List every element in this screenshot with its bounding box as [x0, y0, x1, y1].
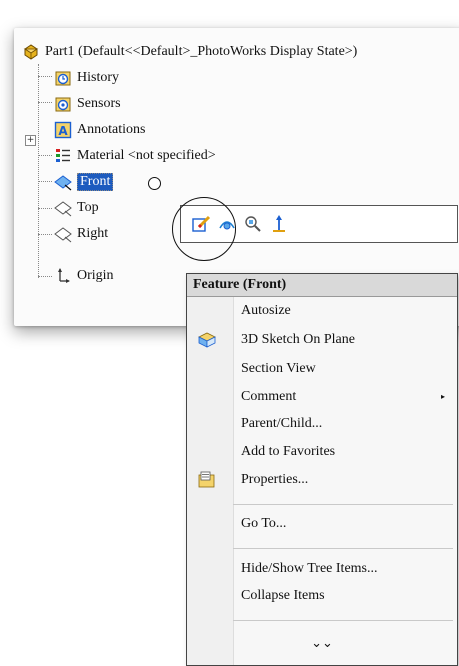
cursor-hover-indicator [148, 177, 161, 190]
properties-icon [197, 471, 217, 489]
menu-item-label: Collapse Items [241, 588, 325, 603]
sensors-icon [54, 95, 72, 113]
tree-item-label: Right [77, 226, 109, 241]
menu-item-label: Go To... [241, 516, 287, 531]
tree-connector [38, 208, 52, 209]
tree-connector [38, 181, 52, 182]
tree-item-label: Sensors [77, 96, 121, 111]
tree-item-label: Material <not specified> [77, 148, 216, 163]
menu-item-label: Comment [241, 389, 297, 404]
tree-item-top[interactable]: Top [54, 197, 99, 219]
callout-highlight-circle [172, 197, 236, 261]
tree-connector [38, 102, 52, 103]
menu-item-add-to-favorites[interactable]: Add to Favorites [187, 439, 457, 465]
tree-connector [38, 155, 52, 156]
normal-to-icon[interactable] [269, 214, 289, 234]
menu-separator [233, 620, 453, 621]
menu-item-autosize[interactable]: Autosize [187, 298, 457, 324]
annotations-icon: A [54, 121, 72, 139]
zoom-to-selection-icon[interactable] [243, 214, 263, 234]
tree-item-right[interactable]: Right [54, 223, 108, 245]
tree-item-label: Origin [77, 268, 114, 283]
tree-item-sensors[interactable]: Sensors [54, 93, 121, 115]
menu-item-comment[interactable]: Comment ▸ [187, 384, 457, 410]
right-plane-icon [54, 225, 72, 243]
svg-text:A: A [58, 124, 68, 138]
menu-item-3d-sketch-on-plane[interactable]: 3D Sketch On Plane [187, 327, 457, 353]
tree-root-part[interactable]: Part1 (Default<<Default>_PhotoWorks Disp… [22, 41, 357, 63]
tree-item-annotations[interactable]: A Annotations [54, 119, 145, 141]
submenu-arrow-icon: ▸ [440, 392, 445, 401]
tree-item-label: History [77, 70, 119, 85]
3d-sketch-icon [197, 331, 217, 349]
tree-connector [38, 76, 52, 77]
menu-item-label: Add to Favorites [241, 444, 336, 459]
menu-item-label: Autosize [241, 303, 291, 318]
context-menu-title: Feature (Front) [187, 274, 457, 297]
menu-item-go-to[interactable]: Go To... [187, 511, 457, 537]
menu-item-properties[interactable]: Properties... [187, 467, 457, 493]
menu-separator [233, 548, 453, 549]
history-icon [54, 69, 72, 87]
menu-item-label: Properties... [241, 472, 309, 487]
tree-item-history[interactable]: History [54, 67, 119, 89]
tree-connector [38, 234, 52, 235]
tree-item-label: Top [77, 200, 99, 215]
menu-item-label: Hide/Show Tree Items... [241, 561, 378, 576]
menu-item-label: Section View [241, 361, 316, 376]
material-icon [54, 147, 72, 165]
context-menu: Feature (Front) Autosize 3D Sketch On Pl… [186, 273, 458, 666]
menu-item-section-view[interactable]: Section View [187, 356, 457, 382]
menu-separator [233, 504, 453, 505]
tree-connector [38, 276, 52, 277]
tree-item-front[interactable]: Front [54, 171, 114, 193]
menu-item-collapse-items[interactable]: Collapse Items [187, 583, 457, 609]
tree-item-label-selected: Front [77, 173, 114, 191]
tree-root-label: Part1 (Default<<Default>_PhotoWorks Disp… [45, 44, 358, 59]
menu-item-parent-child[interactable]: Parent/Child... [187, 411, 457, 437]
tree-connector [38, 64, 39, 278]
tree-item-label: Annotations [77, 122, 146, 137]
origin-icon [54, 267, 72, 285]
front-plane-icon [54, 173, 72, 191]
menu-item-hide-show-tree-items[interactable]: Hide/Show Tree Items... [187, 556, 457, 582]
menu-item-label: 3D Sketch On Plane [241, 332, 355, 347]
tree-item-origin[interactable]: Origin [54, 265, 114, 287]
expand-annotations-toggle[interactable]: + [25, 135, 36, 146]
expand-menu-chevron-icon[interactable]: ⌄⌄ [187, 631, 457, 657]
part-icon [22, 43, 40, 61]
menu-item-label: Parent/Child... [241, 416, 323, 431]
top-plane-icon [54, 199, 72, 217]
tree-item-material[interactable]: Material <not specified> [54, 145, 216, 167]
